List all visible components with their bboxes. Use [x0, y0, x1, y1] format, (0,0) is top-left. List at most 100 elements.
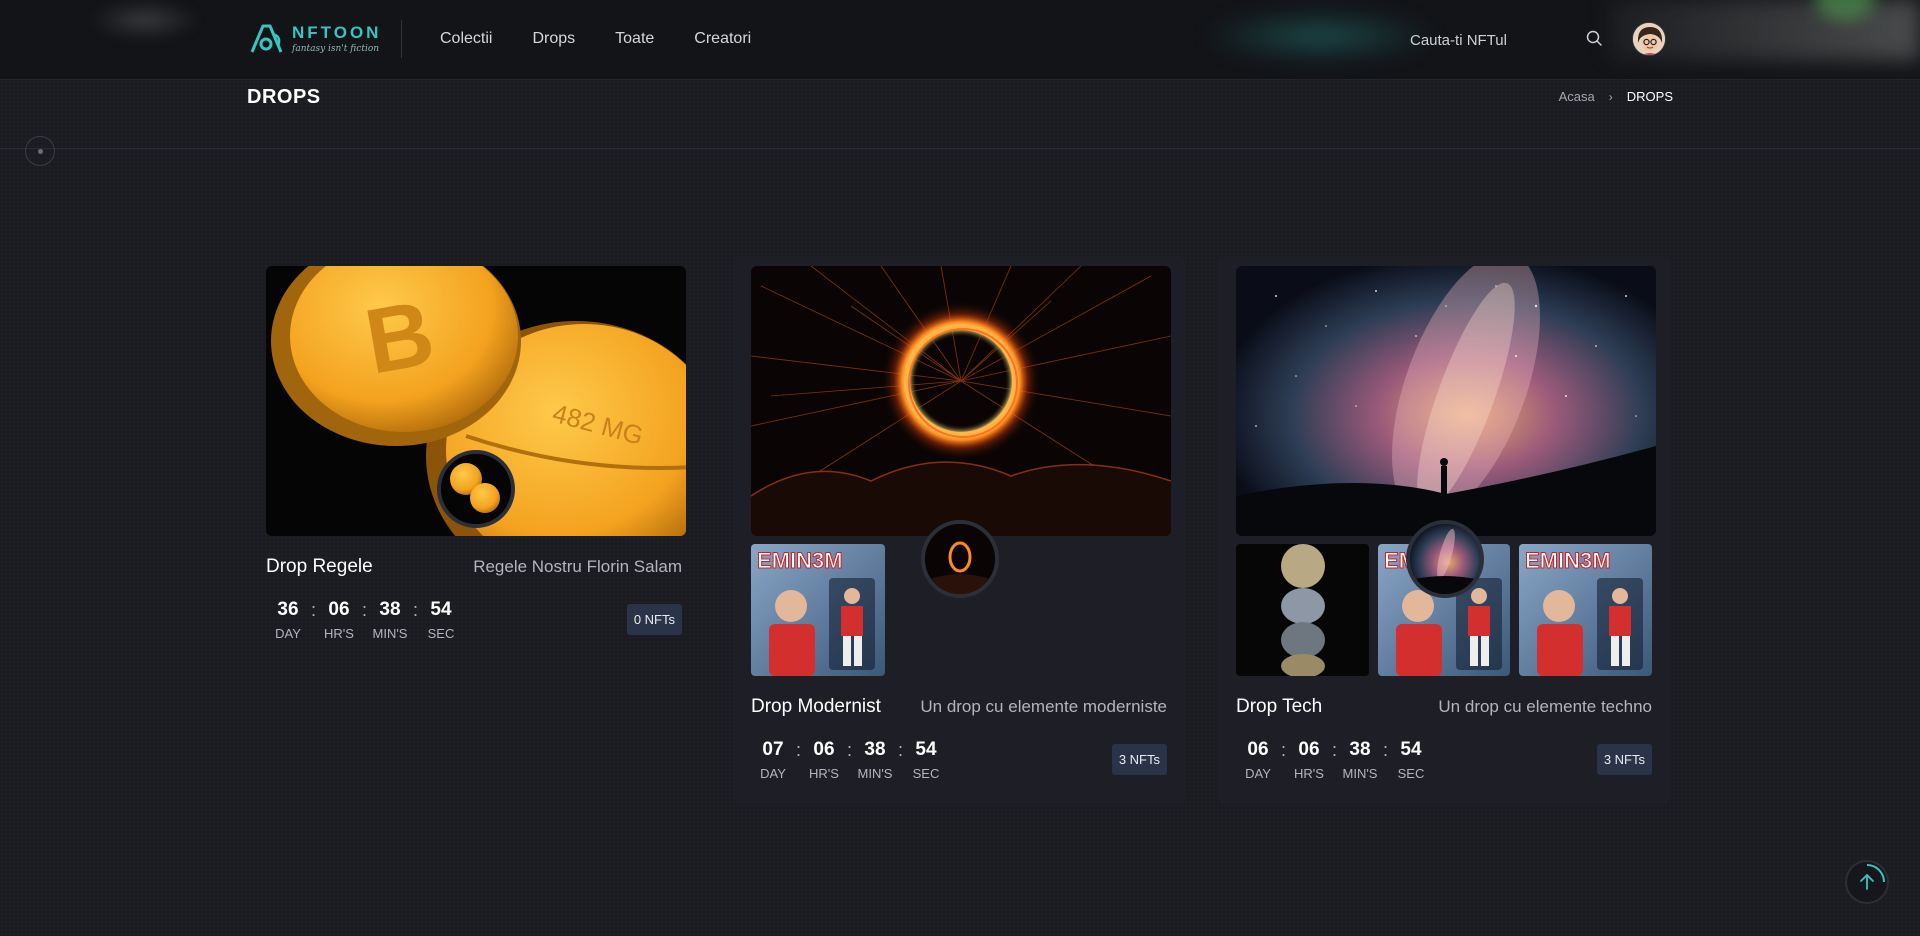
side-toggle-icon[interactable]: [25, 136, 55, 166]
countdown-separator: :: [310, 600, 316, 620]
countdown-hours-label: HR'S: [324, 626, 354, 641]
countdown-mins-label: MIN'S: [372, 626, 408, 641]
drop-banner[interactable]: 482 MG B: [266, 266, 686, 536]
blurred-header-decoration: [1200, 8, 1440, 64]
countdown-hours: 06: [1298, 739, 1320, 760]
countdown-secs-label: SEC: [427, 626, 455, 641]
countdown-mins: 38: [379, 599, 401, 620]
countdown-timer: 36 DAY : 06 HR'S : 38 MIN'S : 54 SEC: [266, 598, 463, 641]
search-input[interactable]: [1410, 28, 1580, 52]
user-avatar[interactable]: [1632, 22, 1666, 56]
drop-description: Un drop cu elemente techno: [1438, 697, 1652, 716]
countdown-secs-label: SEC: [912, 766, 940, 781]
breadcrumb: Acasa › DROPS: [1559, 89, 1673, 104]
page-title: DROPS: [247, 86, 321, 108]
countdown-mins: 38: [1349, 739, 1371, 760]
nft-thumbnail[interactable]: [1236, 544, 1369, 676]
countdown-days: 36: [277, 599, 299, 620]
nft-count-badge: 0 NFTs: [626, 604, 682, 635]
drop-banner[interactable]: [751, 266, 1171, 598]
countdown-hours-label: HR'S: [809, 766, 839, 781]
nav-item-colectii[interactable]: Colectii: [440, 29, 492, 49]
drop-banner[interactable]: [1236, 266, 1656, 598]
search-button[interactable]: [1584, 29, 1604, 49]
countdown-mins: 38: [864, 739, 886, 760]
brand-tagline: fantasy isn't fiction: [292, 44, 380, 54]
album-cover-image: EMIN3M: [751, 544, 885, 676]
nav-item-drops[interactable]: Drops: [532, 29, 575, 49]
thumb-text: EMIN3M: [757, 548, 843, 573]
breadcrumb-current: DROPS: [1626, 89, 1673, 104]
countdown-hours-label: HR'S: [1294, 766, 1324, 781]
countdown-separator: :: [846, 740, 852, 760]
arrow-up-icon: [1860, 864, 1885, 890]
coin-stack-image: [1236, 544, 1369, 676]
drop-creator-avatar[interactable]: [921, 520, 999, 598]
logo-icon: [250, 24, 283, 53]
drop-info: Drop Tech Un drop cu elemente techno: [1236, 696, 1652, 718]
drop-info: Drop Modernist Un drop cu elemente moder…: [751, 696, 1167, 718]
countdown-timer: 06 DAY : 06 HR'S : 38 MIN'S : 54 SEC: [1236, 738, 1433, 781]
scroll-to-top-button[interactable]: [1845, 860, 1889, 904]
countdown-separator: :: [1382, 740, 1388, 760]
drop-description: Regele Nostru Florin Salam: [473, 557, 682, 576]
blurred-header-decoration: [90, 0, 200, 40]
nav-item-toate[interactable]: Toate: [615, 29, 654, 49]
main-nav: Colectii Drops Toate Creatori: [440, 29, 751, 49]
countdown-days-label: DAY: [760, 766, 786, 781]
countdown-secs: 54: [1400, 739, 1422, 760]
countdown-row: 36 DAY : 06 HR'S : 38 MIN'S : 54 SEC 0 NFTs: [266, 598, 682, 641]
drop-creator-avatar[interactable]: [437, 450, 515, 528]
thumb-text: EMIN3M: [1525, 548, 1611, 573]
countdown-days-label: DAY: [1245, 766, 1271, 781]
header-divider: [401, 20, 402, 58]
nft-thumbnail[interactable]: EMIN3M: [751, 544, 885, 676]
countdown-secs-label: SEC: [1397, 766, 1425, 781]
countdown-separator: :: [795, 740, 801, 760]
countdown-mins-label: MIN'S: [857, 766, 893, 781]
album-cover-image: EMIN3M: [1519, 544, 1653, 676]
nft-count-badge: 3 NFTs: [1111, 744, 1167, 775]
countdown-separator: :: [1280, 740, 1286, 760]
nft-count-badge: 3 NFTs: [1596, 744, 1652, 775]
galaxy-avatar-icon: [1410, 524, 1480, 594]
nav-item-creatori[interactable]: Creatori: [694, 29, 751, 49]
drop-banner-image: [751, 266, 1171, 536]
countdown-days: 06: [1247, 739, 1269, 760]
fire-ring-avatar-icon: [925, 524, 995, 594]
countdown-timer: 07 DAY : 06 HR'S : 38 MIN'S : 54 SEC: [751, 738, 948, 781]
pill-avatar-icon: [441, 454, 511, 524]
drop-card[interactable]: EMIN3M Drop Modernist Un drop cu element…: [733, 256, 1185, 804]
countdown-separator: :: [412, 600, 418, 620]
countdown-hours: 06: [813, 739, 835, 760]
drop-card[interactable]: EMIN3M EMIN3M Drop Tech U: [1218, 256, 1670, 804]
drop-banner-image: [1236, 266, 1656, 536]
countdown-row: 07 DAY : 06 HR'S : 38 MIN'S : 54 SEC 3 NFTs: [751, 738, 1167, 781]
countdown-mins-label: MIN'S: [1342, 766, 1378, 781]
countdown-row: 06 DAY : 06 HR'S : 38 MIN'S : 54 SEC 3 NFTs: [1236, 738, 1652, 781]
drop-description: Un drop cu elemente moderniste: [920, 697, 1167, 716]
top-header: NFTOON fantasy isn't fiction Colectii Dr…: [0, 0, 1920, 80]
logo-text: NFTOON fantasy isn't fiction: [292, 23, 381, 55]
drop-info: Drop Regele Regele Nostru Florin Salam: [266, 556, 682, 578]
title-divider: [0, 148, 1920, 149]
chevron-right-icon: ›: [1608, 89, 1613, 104]
drop-card[interactable]: 482 MG B Drop Regele Regele Nostru Flori…: [248, 256, 700, 666]
drop-name[interactable]: Drop Modernist: [751, 696, 881, 718]
drop-creator-avatar[interactable]: [1406, 520, 1484, 598]
drop-name[interactable]: Drop Tech: [1236, 696, 1322, 718]
countdown-hours: 06: [328, 599, 350, 620]
countdown-separator: :: [1331, 740, 1337, 760]
countdown-separator: :: [897, 740, 903, 760]
drop-name[interactable]: Drop Regele: [266, 556, 373, 578]
nft-thumbnail[interactable]: EMIN3M: [1519, 544, 1653, 676]
countdown-days-label: DAY: [275, 626, 301, 641]
search-icon: [1586, 30, 1602, 46]
countdown-secs: 54: [915, 739, 937, 760]
countdown-days: 07: [762, 739, 784, 760]
breadcrumb-home[interactable]: Acasa: [1559, 89, 1595, 104]
brand-name: NFTOON: [292, 23, 382, 42]
countdown-secs: 54: [430, 599, 452, 620]
countdown-separator: :: [361, 600, 367, 620]
brand-logo[interactable]: NFTOON fantasy isn't fiction: [248, 20, 381, 58]
